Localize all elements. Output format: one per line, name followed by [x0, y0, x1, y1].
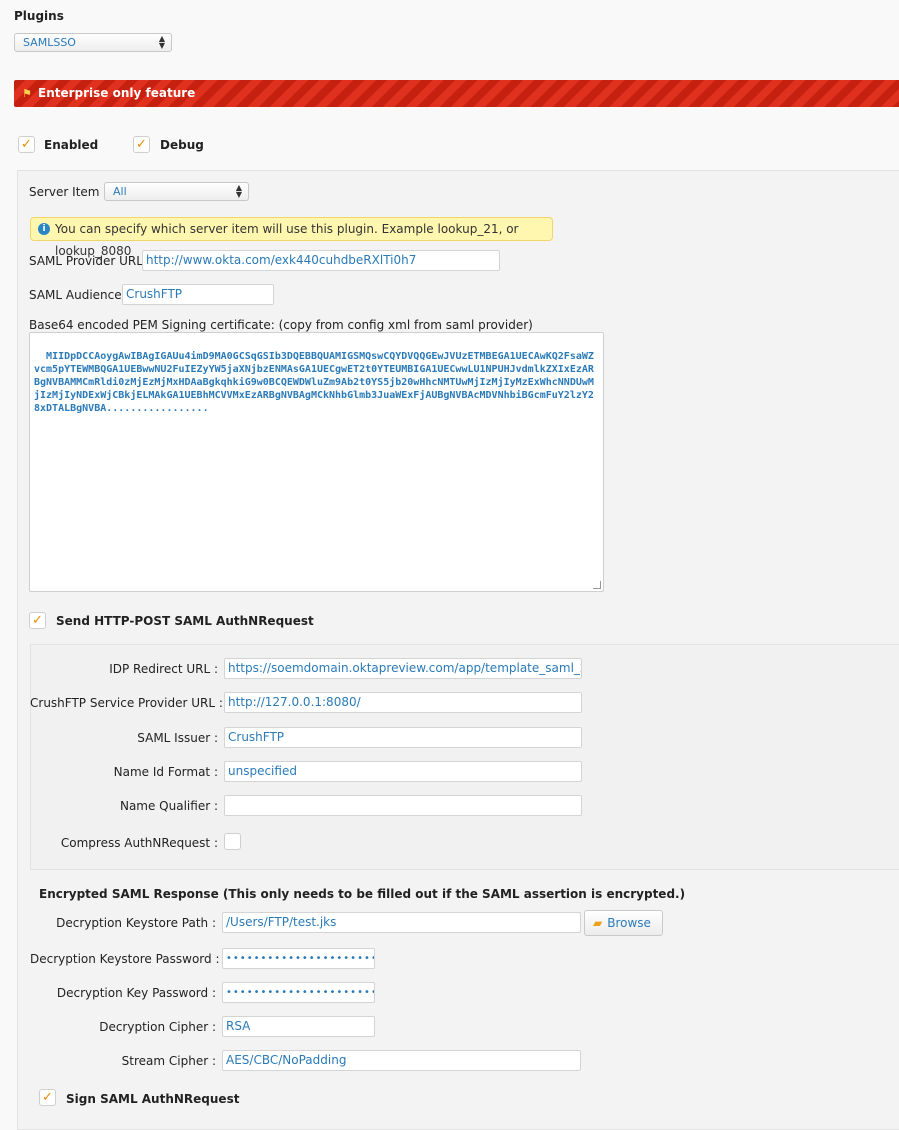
idp-redirect-url-input[interactable]: https://soemdomain.oktapreview.com/app/t…	[224, 658, 582, 679]
compress-label: Compress AuthNRequest :	[60, 836, 218, 850]
server-item-select-value: All	[113, 185, 127, 198]
checkmark-icon: ✓	[21, 137, 32, 152]
stream-cipher-input[interactable]: AES/CBC/NoPadding	[222, 1050, 581, 1071]
browse-button-label: Browse	[607, 916, 651, 930]
decryption-cipher-label: Decryption Cipher :	[99, 1020, 216, 1034]
info-icon: i	[38, 223, 50, 235]
encrypted-section-title: Encrypted SAML Response (This only needs…	[39, 887, 686, 901]
sp-url-label: CrushFTP Service Provider URL :	[30, 696, 223, 710]
certificate-textarea[interactable]: MIIDpDCCAoygAwIBAgIGAUu4imD9MA0GCSqGSIb3…	[29, 332, 604, 592]
sign-request-label: Sign SAML AuthNRequest	[66, 1092, 240, 1106]
name-id-format-input[interactable]: unspecified	[224, 761, 582, 782]
sp-url-input[interactable]: http://127.0.0.1:8080/	[224, 692, 582, 713]
certificate-label: Base64 encoded PEM Signing certificate: …	[29, 318, 533, 332]
folder-icon: ▰	[593, 916, 603, 930]
checkmark-icon: ✓	[136, 137, 147, 152]
enterprise-banner-text: Enterprise only feature	[38, 86, 196, 100]
plugins-select[interactable]: SAMLSSO ▲ ▼	[14, 33, 172, 52]
debug-label: Debug	[160, 138, 204, 152]
plugins-select-value: SAMLSSO	[23, 36, 76, 49]
keystore-password-input[interactable]: ••••••••••••••••••••••	[222, 948, 375, 969]
checkmark-icon: ✓	[32, 613, 43, 628]
key-password-label: Decryption Key Password :	[56, 986, 216, 1000]
saml-provider-url-label: SAML Provider URL :	[29, 254, 151, 268]
saml-issuer-input[interactable]: CrushFTP	[224, 727, 582, 748]
name-qualifier-input[interactable]	[224, 795, 582, 816]
saml-audience-input[interactable]: CrushFTP	[122, 284, 274, 305]
debug-checkbox[interactable]: ✓	[133, 136, 150, 153]
send-post-label: Send HTTP-POST SAML AuthNRequest	[56, 614, 314, 628]
saml-audience-label: SAML Audience :	[29, 288, 130, 302]
saml-provider-url-input[interactable]: http://www.okta.com/exk440cuhdbeRXlTi0h7	[142, 250, 500, 271]
decryption-cipher-input[interactable]: RSA	[222, 1016, 375, 1037]
name-qualifier-label: Name Qualifier :	[119, 799, 218, 813]
stream-cipher-label: Stream Cipher :	[121, 1054, 216, 1068]
enterprise-banner: ⚑ Enterprise only feature	[14, 80, 899, 107]
keystore-path-input[interactable]: /Users/FTP/test.jks	[222, 912, 581, 933]
flag-icon: ⚑	[22, 87, 32, 100]
key-password-input[interactable]: ••••••••••••••••••••••	[222, 982, 375, 1003]
keystore-path-label: Decryption Keystore Path :	[56, 916, 216, 930]
enabled-checkbox[interactable]: ✓	[18, 136, 35, 153]
browse-button[interactable]: ▰ Browse	[584, 910, 663, 936]
idp-redirect-url-label: IDP Redirect URL :	[109, 662, 218, 676]
send-post-checkbox[interactable]: ✓	[29, 612, 46, 629]
select-arrows-icon: ▲ ▼	[158, 34, 165, 50]
keystore-password-label: Decryption Keystore Password :	[30, 952, 220, 966]
checkmark-icon: ✓	[42, 1090, 53, 1105]
compress-checkbox[interactable]	[224, 833, 241, 850]
name-id-format-label: Name Id Format :	[113, 765, 218, 779]
select-arrows-icon: ▲ ▼	[235, 183, 242, 199]
plugins-label: Plugins	[14, 9, 64, 23]
server-item-select[interactable]: All ▲ ▼	[104, 182, 249, 201]
saml-issuer-label: SAML Issuer :	[137, 731, 218, 745]
info-message: i You can specify which server item will…	[30, 217, 553, 258]
sign-request-checkbox[interactable]: ✓	[39, 1089, 56, 1106]
resize-handle-icon[interactable]	[593, 581, 601, 589]
server-item-label: Server Item :	[29, 185, 108, 199]
enabled-label: Enabled	[44, 138, 99, 152]
certificate-text: MIIDpDCCAoygAwIBAgIGAUu4imD9MA0GCSqGSIb3…	[34, 351, 594, 414]
